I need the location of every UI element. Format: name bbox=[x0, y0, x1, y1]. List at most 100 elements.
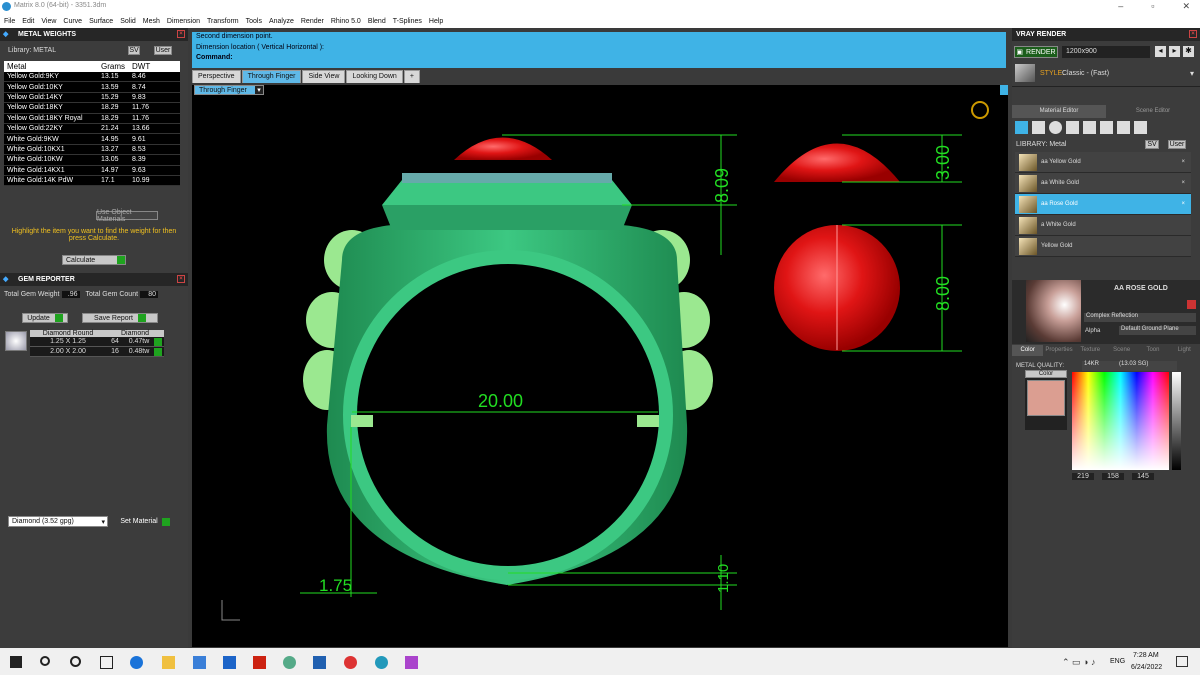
menu-item[interactable]: Blend bbox=[368, 18, 386, 25]
layers-icon[interactable] bbox=[1083, 121, 1096, 134]
table-row[interactable]: Yellow Gold:10KY 13.59 8.74 bbox=[4, 82, 180, 93]
task-view-icon[interactable] bbox=[100, 656, 113, 669]
menu-item[interactable]: Dimension bbox=[167, 18, 200, 25]
menu-item[interactable]: Solid bbox=[120, 18, 136, 25]
shadow-icon[interactable] bbox=[1117, 121, 1130, 134]
menu-item[interactable]: Tools bbox=[246, 18, 262, 25]
table-row[interactable]: White Gold:14KX1 14.97 9.63 bbox=[4, 166, 180, 176]
forward-icon[interactable]: ▸ bbox=[1169, 46, 1180, 57]
edge-icon[interactable] bbox=[130, 656, 143, 669]
green-value[interactable]: 158 bbox=[1102, 473, 1124, 480]
table-row[interactable]: White Gold:9KW 14.95 9.61 bbox=[4, 134, 180, 145]
store-icon[interactable] bbox=[193, 656, 206, 669]
color-picker[interactable] bbox=[1072, 372, 1169, 470]
user-button[interactable]: User bbox=[1168, 140, 1186, 149]
subtab-toon[interactable]: Toon bbox=[1137, 345, 1168, 356]
search-icon[interactable] bbox=[40, 656, 50, 666]
remove-icon[interactable]: × bbox=[1181, 201, 1185, 207]
menu-item[interactable]: Edit bbox=[22, 18, 34, 25]
lightness-slider[interactable] bbox=[1172, 372, 1181, 470]
rewind-icon[interactable]: ◂ bbox=[1155, 46, 1166, 57]
viewport[interactable]: Through Finger ▾ 8.09 3.00 8.00 20.00 1.… bbox=[192, 85, 1008, 647]
table-row[interactable]: White Gold:10KW 13.05 8.39 bbox=[4, 155, 180, 166]
photos-icon[interactable] bbox=[313, 656, 326, 669]
table-row[interactable]: White Gold:10KX1 13.27 8.53 bbox=[4, 145, 180, 156]
matrix-app-icon[interactable] bbox=[253, 656, 266, 669]
table-row[interactable]: Yellow Gold:18KY 18.29 11.76 bbox=[4, 103, 180, 114]
close-panel-icon[interactable]: × bbox=[177, 275, 185, 283]
subtab-scene[interactable]: Scene bbox=[1106, 345, 1137, 356]
viewport-scroll[interactable] bbox=[1000, 85, 1008, 95]
table-row[interactable]: Yellow Gold:18KY Royal 18.29 11.76 bbox=[4, 114, 180, 124]
clock-date[interactable]: 6/24/2022 bbox=[1131, 664, 1162, 671]
settings-icon[interactable]: ✱ bbox=[1183, 46, 1194, 57]
close-panel-icon[interactable]: × bbox=[1189, 30, 1197, 38]
play-icon[interactable] bbox=[154, 337, 162, 346]
tab-looking-down[interactable]: Looking Down bbox=[346, 70, 403, 83]
calculate-button[interactable]: Calculate bbox=[62, 255, 126, 265]
tab-perspective[interactable]: Perspective bbox=[192, 70, 241, 83]
blue-value[interactable]: 145 bbox=[1132, 473, 1154, 480]
network-app-icon[interactable] bbox=[405, 656, 418, 669]
notification-icon[interactable] bbox=[1176, 656, 1188, 667]
subtab-color[interactable]: Color bbox=[1012, 345, 1044, 356]
table-row[interactable]: 1.25 X 1.25 64 0.47tw bbox=[30, 337, 164, 347]
tab-side-view[interactable]: Side View bbox=[302, 70, 346, 83]
menu-item[interactable]: Help bbox=[429, 18, 443, 25]
mail-icon[interactable] bbox=[223, 656, 236, 669]
menu-item[interactable]: View bbox=[41, 18, 56, 25]
table-row[interactable]: 2.00 X 2.00 16 0.48tw bbox=[30, 347, 164, 357]
color-swatch[interactable] bbox=[1027, 380, 1065, 416]
tab-scene-editor[interactable]: Scene Editor bbox=[1106, 105, 1200, 118]
windows-start-icon[interactable] bbox=[10, 656, 22, 668]
resolution-field[interactable]: 1200x900 bbox=[1062, 46, 1150, 58]
remove-icon[interactable]: × bbox=[1181, 180, 1185, 186]
render-button[interactable]: ▣ RENDER bbox=[1014, 46, 1058, 58]
menu-item[interactable]: Rhino 5.0 bbox=[331, 18, 361, 25]
tag-icon[interactable] bbox=[1134, 121, 1147, 134]
menu-item[interactable]: T-Splines bbox=[393, 18, 422, 25]
maximize-icon[interactable]: ▫ bbox=[1151, 1, 1154, 12]
menu-item[interactable]: Curve bbox=[63, 18, 82, 25]
brush-icon[interactable] bbox=[1015, 121, 1028, 134]
texture-icon[interactable] bbox=[1100, 121, 1113, 134]
tab-through-finger[interactable]: Through Finger bbox=[241, 70, 302, 83]
table-row[interactable]: Yellow Gold:14KY 15.29 9.83 bbox=[4, 93, 180, 104]
subtab-texture[interactable]: Texture bbox=[1075, 345, 1106, 356]
refresh-icon[interactable] bbox=[1187, 300, 1196, 309]
minimize-icon[interactable]: – bbox=[1118, 1, 1123, 12]
style-select[interactable]: Classic - (Fast) bbox=[1062, 70, 1109, 77]
table-row[interactable]: Yellow Gold:22KY 21.24 13.66 bbox=[4, 124, 180, 135]
reflection-select[interactable]: Complex Reflection bbox=[1084, 313, 1196, 322]
user-button[interactable]: User bbox=[154, 46, 172, 55]
table-row[interactable]: White Gold:14K PdW 17.1 10.99 bbox=[4, 176, 180, 187]
menu-item[interactable]: Surface bbox=[89, 18, 113, 25]
menu-item[interactable]: Transform bbox=[207, 18, 239, 25]
remove-icon[interactable]: × bbox=[1181, 159, 1185, 165]
tray-icons[interactable]: ⌃ ▭ ◑ ♪ bbox=[1062, 657, 1095, 668]
tab-material-editor[interactable]: Material Editor bbox=[1012, 105, 1106, 118]
subtab-light[interactable]: Light bbox=[1169, 345, 1200, 356]
material-item[interactable]: a White Gold bbox=[1015, 215, 1191, 236]
close-icon[interactable]: ✕ bbox=[1182, 1, 1190, 12]
language-indicator[interactable]: ENG bbox=[1110, 658, 1125, 665]
chevron-down-icon[interactable]: ▾ bbox=[1190, 69, 1194, 78]
play-icon[interactable] bbox=[154, 347, 162, 356]
metal-quality-select[interactable]: 14KR (13.03 SG) bbox=[1082, 361, 1177, 371]
update-button[interactable]: Update bbox=[22, 313, 68, 323]
menu-item[interactable]: File bbox=[4, 18, 15, 25]
material-item[interactable]: aa White Gold × bbox=[1015, 173, 1191, 194]
sphere-icon[interactable] bbox=[1049, 121, 1062, 134]
material-select[interactable]: Diamond (3.52 gpg) ▾ bbox=[8, 516, 108, 527]
command-input[interactable]: Command: bbox=[196, 53, 1006, 64]
grid-icon[interactable] bbox=[1066, 121, 1079, 134]
matrix-icon[interactable] bbox=[375, 656, 388, 669]
app-icon[interactable] bbox=[283, 656, 296, 669]
close-panel-icon[interactable]: × bbox=[177, 30, 185, 38]
set-material-button[interactable]: Set Material bbox=[114, 516, 176, 527]
clock-time[interactable]: 7:28 AM bbox=[1133, 652, 1159, 659]
menu-item[interactable]: Render bbox=[301, 18, 324, 25]
ground-plane-select[interactable]: Default Ground Plane bbox=[1119, 326, 1196, 335]
diamond-icon[interactable] bbox=[1032, 121, 1045, 134]
cortana-icon[interactable] bbox=[70, 656, 81, 667]
